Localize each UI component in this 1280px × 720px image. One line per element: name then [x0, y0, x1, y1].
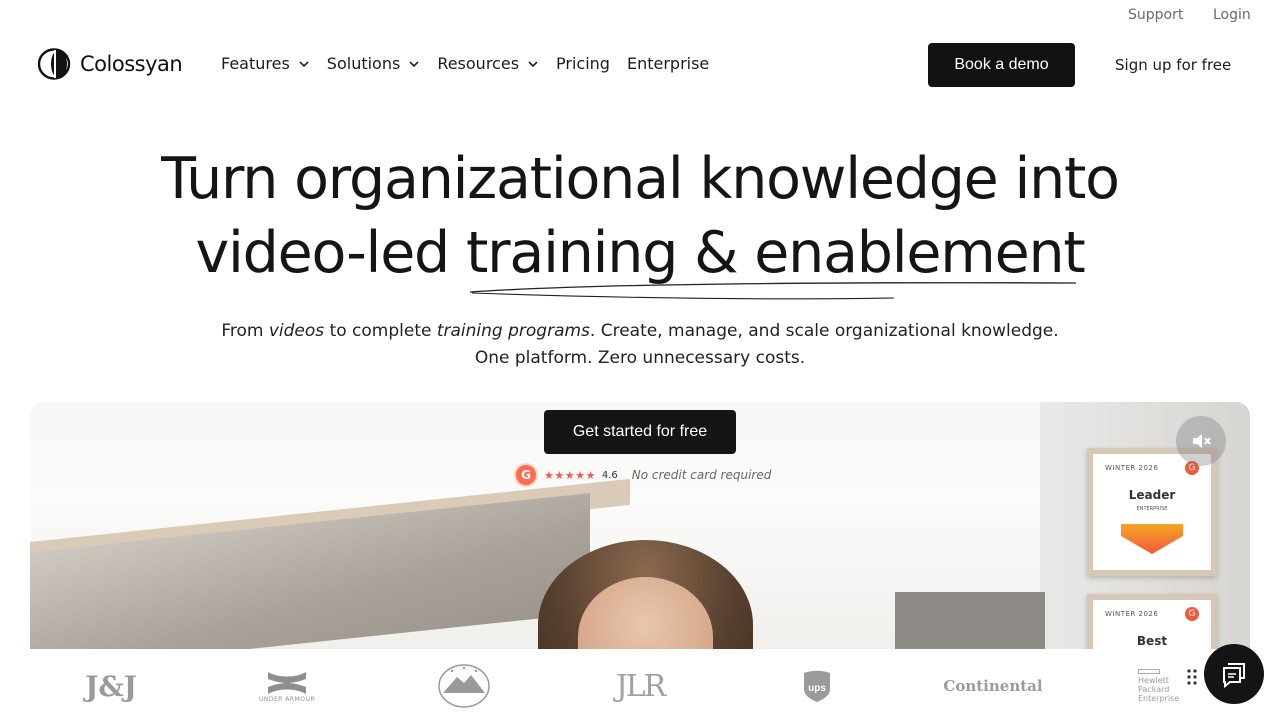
login-link[interactable]: Login	[1213, 7, 1251, 23]
award-header: WINTER 2026	[1105, 464, 1159, 472]
nav-item-features[interactable]: Features	[221, 54, 310, 73]
hero-title-prefix: video-led	[195, 220, 466, 286]
award-header: WINTER 2026	[1105, 610, 1159, 618]
hpe-mark	[1138, 669, 1160, 674]
speaker-muted-icon	[1193, 434, 1211, 448]
nav-label: Enterprise	[626, 54, 710, 73]
get-started-button[interactable]: Get started for free	[544, 410, 736, 454]
jnj-logo: J&J	[85, 669, 137, 703]
g2-award-best: WINTER 2026 G Best	[1087, 594, 1217, 649]
brand-name: Colossyan	[80, 52, 183, 76]
sub-emphasis: videos	[268, 321, 325, 341]
hero-title: Turn organizational knowledge into video…	[0, 142, 1280, 290]
sub-text: From	[221, 321, 264, 341]
g2-icon: G	[1185, 607, 1199, 621]
hero-cta: Get started for free	[544, 410, 736, 454]
under-armour-wordmark: UNDER ARMOUR	[258, 695, 316, 703]
support-link[interactable]: Support	[1128, 7, 1183, 23]
hero-title-emphasis: training & enablement	[465, 220, 1086, 286]
rating-stars: ★★★★★	[544, 468, 596, 482]
mute-button[interactable]	[1176, 416, 1226, 466]
chevron-down-icon	[409, 60, 419, 67]
ups-shield-icon: ups	[804, 670, 830, 702]
nav-label: Resources	[437, 54, 520, 73]
brand-logo[interactable]: Colossyan	[38, 48, 183, 80]
background-desk	[895, 592, 1045, 649]
under-armour-icon	[268, 671, 306, 694]
book-demo-button[interactable]: Book a demo	[928, 43, 1075, 87]
colossyan-logo-icon	[38, 48, 71, 80]
g2-award-leader: WINTER 2026 G Leader ENTERPRISE	[1087, 448, 1217, 576]
hero-subtitle: From videos to complete training program…	[0, 318, 1280, 372]
g2-rating: G ★★★★★ 4.6 No credit card required	[514, 462, 771, 488]
continental-logo: Continental	[943, 677, 1043, 695]
hpe-line2: Enterprise	[1138, 694, 1180, 703]
jlr-logo: JLR	[615, 668, 667, 704]
award-title: Leader	[1128, 488, 1176, 502]
hero-subtitle-line2: One platform. Zero unnecessary costs.	[474, 348, 806, 368]
ups-logo: ups	[801, 663, 833, 709]
chevron-down-icon	[528, 60, 538, 67]
under-armour-logo: UNDER ARMOUR	[256, 663, 318, 709]
customer-logos: J&J UNDER ARMOUR JLR ups Continental Hew…	[0, 649, 1280, 720]
award-ribbon	[1121, 524, 1183, 554]
signup-link[interactable]: Sign up for free	[1115, 56, 1231, 74]
nav-item-resources[interactable]: Resources	[437, 54, 539, 73]
svg-text:ups: ups	[808, 683, 826, 694]
nav-item-pricing[interactable]: Pricing	[556, 54, 610, 73]
paramount-logo	[436, 663, 492, 709]
nav-item-solutions[interactable]: Solutions	[327, 54, 421, 73]
hand-drawn-underline	[469, 282, 1077, 300]
award-title: Best	[1136, 634, 1168, 648]
sub-text: . Create, manage, and scale organization…	[589, 321, 1059, 341]
hero-title-line2: video-led training & enablement	[0, 216, 1280, 290]
paramount-icon	[438, 664, 490, 708]
chat-button[interactable]	[1204, 644, 1264, 704]
nav-label: Solutions	[326, 54, 401, 73]
drag-handle-icon[interactable]	[1186, 668, 1198, 686]
g2-badge-icon: G	[514, 463, 538, 487]
award-subtitle: ENTERPRISE	[1136, 506, 1168, 512]
nav-label: Features	[221, 54, 290, 73]
nav-label: Pricing	[556, 54, 610, 73]
sub-emphasis: training programs	[436, 321, 590, 341]
no-credit-card-note: No credit card required	[631, 468, 772, 482]
chat-bubble-icon	[1223, 663, 1245, 689]
main-nav: Colossyan Features Solutions Resources P…	[0, 40, 1280, 90]
nav-menu: Features Solutions Resources Pricing Ent…	[221, 54, 726, 73]
rating-score: 4.6	[601, 469, 618, 481]
utility-bar: Support Login	[0, 0, 1280, 30]
hero-title-line1: Turn organizational knowledge into	[161, 146, 1120, 212]
sub-text: to complete	[329, 321, 432, 341]
chevron-down-icon	[299, 60, 309, 67]
nav-item-enterprise[interactable]: Enterprise	[627, 54, 709, 73]
hero-subtitle-line1: From videos to complete training program…	[0, 318, 1280, 345]
